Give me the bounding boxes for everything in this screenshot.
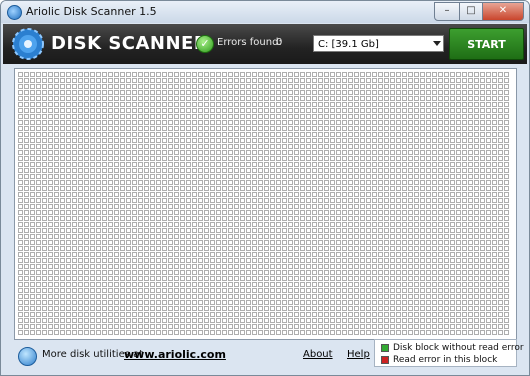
legend-ok-row: Disk block without read error xyxy=(381,342,524,354)
errors-label: Errors found: xyxy=(217,37,282,48)
drive-select[interactable]: C: [39.1 Gb] xyxy=(313,35,444,52)
errors-count: 0 xyxy=(276,37,283,48)
close-button[interactable]: ✕ xyxy=(483,2,524,21)
legend-error-swatch xyxy=(381,355,389,364)
check-icon: ✓ xyxy=(196,35,214,53)
gear-disk-icon xyxy=(12,28,44,60)
chevron-down-icon xyxy=(433,41,441,46)
legend-error-row: Read error in this block xyxy=(381,354,497,366)
app-logo-text: DISK SCANNER xyxy=(51,33,209,54)
window-title: Ariolic Disk Scanner 1.5 xyxy=(26,5,157,18)
window-controls: – □ ✕ xyxy=(434,2,524,21)
block-grid xyxy=(18,72,509,335)
start-scan-button[interactable]: START SCAN xyxy=(449,28,524,83)
header-bar: DISK SCANNER ✓ Errors found: 0 C: [39.1 … xyxy=(3,24,527,83)
title-bar[interactable]: Ariolic Disk Scanner 1.5 – □ ✕ xyxy=(1,1,529,23)
website-link[interactable]: www.ariolic.com xyxy=(124,348,226,361)
minimize-button[interactable]: – xyxy=(434,2,460,21)
help-link[interactable]: Help xyxy=(347,349,370,360)
legend: Disk block without read error Read error… xyxy=(374,339,524,367)
legend-error-label: Read error in this block xyxy=(393,355,498,365)
drive-select-value: C: [39.1 Gb] xyxy=(318,39,379,50)
app-window: Ariolic Disk Scanner 1.5 – □ ✕ DISK SCAN… xyxy=(0,0,530,376)
app-icon xyxy=(7,5,22,20)
disk-block-map xyxy=(14,68,517,340)
about-link[interactable]: About xyxy=(303,349,333,360)
legend-ok-swatch xyxy=(381,343,389,352)
globe-icon xyxy=(18,347,37,366)
maximize-button[interactable]: □ xyxy=(460,2,483,21)
legend-ok-label: Disk block without read error xyxy=(393,343,524,353)
